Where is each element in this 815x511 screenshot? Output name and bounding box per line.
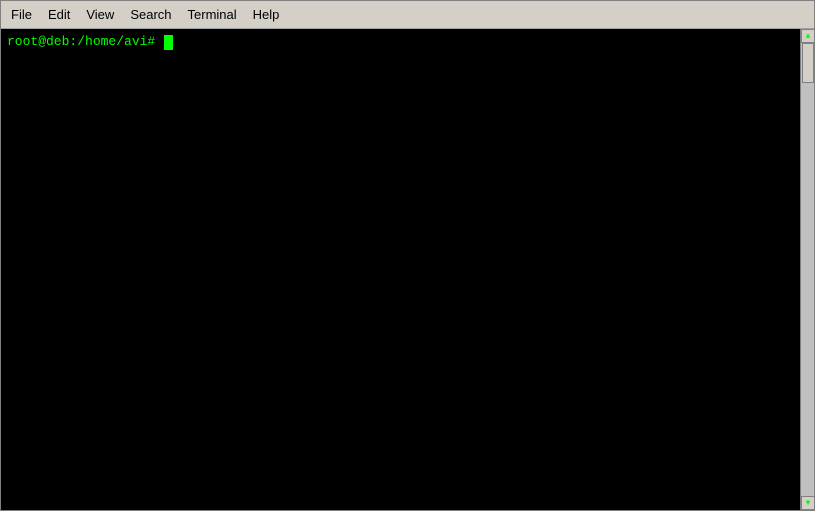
scrollbar[interactable]: ▲ ▼ [800,29,814,510]
menubar: File Edit View Search Terminal Help [1,1,814,29]
menu-file[interactable]: File [3,4,40,25]
terminal-body[interactable]: root@deb:/home/avi# ▲ ▼ [1,29,814,510]
terminal-window: File Edit View Search Terminal Help root… [0,0,815,511]
scrollbar-down-button[interactable]: ▼ [801,496,814,510]
menu-search[interactable]: Search [122,4,179,25]
menu-edit[interactable]: Edit [40,4,78,25]
menu-terminal[interactable]: Terminal [180,4,245,25]
menu-help[interactable]: Help [245,4,288,25]
prompt-text: root@deb:/home/avi# [7,33,163,51]
scrollbar-thumb[interactable] [802,43,814,83]
terminal-cursor [164,35,173,50]
menu-view[interactable]: View [78,4,122,25]
scrollbar-up-button[interactable]: ▲ [801,29,814,43]
terminal-prompt-line: root@deb:/home/avi# [7,33,808,51]
